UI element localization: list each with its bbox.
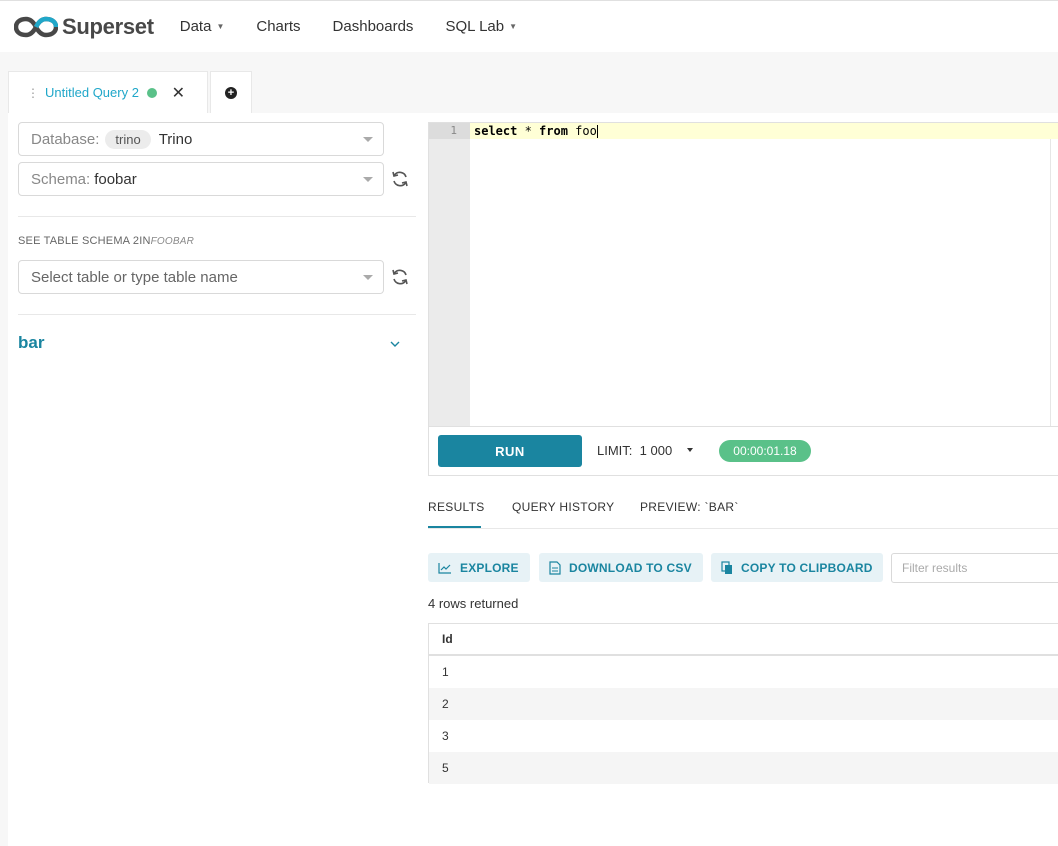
schema-select[interactable]: Schema: foobar xyxy=(18,162,384,196)
query-toolbar: RUN LIMIT: 1 000 00:00:01.18 xyxy=(428,427,1058,476)
chevron-down-icon xyxy=(363,275,373,280)
database-value: Trino xyxy=(158,130,193,148)
divider xyxy=(18,314,416,315)
divider xyxy=(18,216,416,217)
nav-dashboards[interactable]: Dashboards xyxy=(317,18,430,35)
superset-logo[interactable]: Superset xyxy=(14,14,154,40)
nav-sql-lab-label: SQL Lab xyxy=(445,18,505,35)
table-row[interactable]: 3 xyxy=(429,720,1058,752)
line-chart-icon xyxy=(438,562,451,574)
caret-down-icon: ▼ xyxy=(509,22,518,31)
nav-charts[interactable]: Charts xyxy=(240,18,316,35)
chevron-down-icon[interactable] xyxy=(389,339,401,349)
close-icon[interactable]: ✕ xyxy=(172,83,185,103)
tab-label: Untitled Query 2 xyxy=(45,85,139,100)
plus-circle-icon: + xyxy=(225,86,237,99)
caret-down-icon: ▼ xyxy=(216,22,225,31)
tab-results[interactable]: RESULTS xyxy=(428,500,485,514)
tab-untitled-query-2[interactable]: ⋮ Untitled Query 2 ✕ xyxy=(8,71,208,113)
query-status-dot xyxy=(146,87,157,98)
limit-dropdown[interactable]: LIMIT: 1 000 xyxy=(597,443,672,458)
filter-results-input[interactable]: Filter results xyxy=(891,553,1058,583)
database-select[interactable]: Database: trino Trino xyxy=(18,122,384,156)
table-row[interactable]: 1 xyxy=(429,656,1058,688)
nav-charts-label: Charts xyxy=(256,18,301,35)
sql-star: * xyxy=(517,124,540,138)
run-button[interactable]: RUN xyxy=(438,435,582,467)
text-cursor xyxy=(596,125,598,138)
query-timer: 00:00:01.18 xyxy=(719,440,811,462)
sql-code-line[interactable]: select * from foo xyxy=(474,123,598,139)
schema-section-title: SEE TABLE SCHEMA 2INFOOBAR xyxy=(18,235,194,247)
tab-preview-bar[interactable]: PREVIEW: `BAR` xyxy=(640,500,739,514)
table-row[interactable]: 2 xyxy=(429,688,1058,720)
download-csv-button[interactable]: DOWNLOAD TO CSV xyxy=(539,553,703,582)
table-row[interactable]: 5 xyxy=(429,752,1058,784)
explore-button[interactable]: EXPLORE xyxy=(428,553,530,582)
query-tabbar: ⋮ Untitled Query 2 ✕ + xyxy=(8,71,252,113)
nav-data-label: Data xyxy=(179,18,212,35)
copy-icon xyxy=(721,560,732,574)
editor-scrollbar[interactable] xyxy=(1050,139,1051,426)
sql-keyword-select: select xyxy=(474,124,518,138)
file-icon xyxy=(549,560,561,575)
schema-title-prefix: SEE TABLE SCHEMA xyxy=(18,235,130,247)
download-csv-label: DOWNLOAD TO CSV xyxy=(569,560,692,575)
limit-value: 1 000 xyxy=(639,443,673,458)
app-name: Superset xyxy=(62,13,154,39)
nav-data[interactable]: Data ▼ xyxy=(164,18,241,35)
caret-down-icon[interactable] xyxy=(687,448,693,452)
tab-query-history[interactable]: QUERY HISTORY xyxy=(512,500,614,514)
editor-gutter xyxy=(429,123,470,426)
line-number: 1 xyxy=(429,123,470,139)
copy-clipboard-button[interactable]: COPY TO CLIPBOARD xyxy=(711,553,883,582)
refresh-tables-icon[interactable] xyxy=(390,267,410,287)
superset-logo-icon xyxy=(14,16,58,37)
table-name-bar[interactable]: bar xyxy=(18,333,44,353)
chevron-down-icon xyxy=(363,177,373,182)
refresh-schema-icon[interactable] xyxy=(390,169,410,189)
row-count: 4 rows returned xyxy=(428,596,519,611)
copy-clipboard-label: COPY TO CLIPBOARD xyxy=(741,560,873,575)
results-grid: Id 1 2 3 5 xyxy=(428,623,1058,784)
add-tab-button[interactable]: + xyxy=(210,71,252,113)
nav-dashboards-label: Dashboards xyxy=(332,18,414,35)
schema-title-in: IN xyxy=(139,235,151,247)
chevron-down-icon xyxy=(363,137,373,142)
limit-label: LIMIT: xyxy=(597,443,633,458)
top-navbar: Superset Data ▼ Charts Dashboards SQL Lab… xyxy=(0,0,1058,52)
results-tabs: RESULTS QUERY HISTORY PREVIEW: `BAR` xyxy=(428,488,1058,529)
database-engine-pill: trino xyxy=(105,129,151,149)
schema-label: Schema: xyxy=(31,170,91,188)
schema-title-schema: FOOBAR xyxy=(150,236,195,247)
active-tab-indicator xyxy=(428,526,481,528)
sql-table-name: foo xyxy=(567,124,597,138)
nav-sql-lab[interactable]: SQL Lab ▼ xyxy=(429,18,533,35)
schema-value: foobar xyxy=(94,170,137,188)
column-header-id[interactable]: Id xyxy=(429,624,1058,656)
database-label: Database: xyxy=(31,130,100,148)
drag-handle-icon[interactable]: ⋮ xyxy=(27,87,39,99)
sql-editor[interactable]: 1 select * from foo xyxy=(428,122,1058,427)
sql-keyword-from: from xyxy=(539,124,568,138)
table-select-placeholder: Select table or type table name xyxy=(31,268,238,286)
explore-label: EXPLORE xyxy=(460,560,519,575)
table-select[interactable]: Select table or type table name xyxy=(18,260,384,294)
